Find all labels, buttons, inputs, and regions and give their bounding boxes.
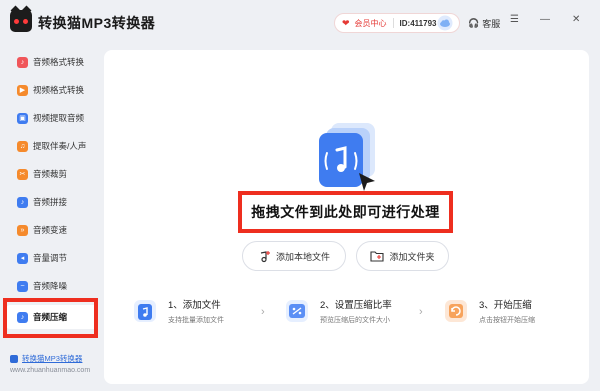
drop-hint-text: 拖拽文件到此处即可进行处理 <box>251 204 440 220</box>
sidebar-item-label: 视频提取音频 <box>33 113 85 123</box>
add-file-step-icon <box>134 300 156 322</box>
start-step-icon <box>445 300 467 322</box>
service-label: 客服 <box>482 19 501 29</box>
headset-icon: 🎧 <box>468 18 480 28</box>
step-desc: 预览压缩后的文件大小 <box>320 317 390 324</box>
add-folder-label: 添加文件夹 <box>389 251 435 262</box>
video-convert-icon: ▶ <box>17 84 28 96</box>
cut-icon: ✂ <box>17 168 28 180</box>
audio-convert-icon: ♪ <box>17 56 28 68</box>
user-id: ID:411793 <box>399 18 437 28</box>
app-logo-icon <box>10 5 32 32</box>
vip-heart-icon: ❤ <box>342 17 350 28</box>
sidebar-item-label: 音频降噪 <box>33 281 68 291</box>
sidebar: ♪ 音频格式转换 ▶ 视频格式转换 ▣ 视频提取音频 ♫ 提取伴奏/人声 ✂ 音… <box>0 46 104 391</box>
step-desc: 点击按钮开始压缩 <box>479 317 535 324</box>
sidebar-item-label: 音频裁剪 <box>33 169 68 179</box>
promo-icon <box>10 354 18 363</box>
audio-file-icon <box>319 123 375 191</box>
folder-icon <box>370 251 385 262</box>
promo: 转换猫MP3转换器 www.zhuanhuanmao.com <box>10 353 90 374</box>
sidebar-item-compress[interactable]: ♪ 音频压缩 <box>6 305 98 329</box>
menu-icon[interactable]: ☰ <box>510 14 519 25</box>
sidebar-item-speed[interactable]: » 音频变速 <box>6 218 98 242</box>
drop-zone[interactable]: 拖拽文件到此处即可进行处理 添加本地文件 添加文件夹 1、添加文件 支持批量添加… <box>104 50 589 384</box>
drop-hint-highlight: 拖拽文件到此处即可进行处理 <box>238 191 453 233</box>
merge-icon: ♪ <box>17 196 28 208</box>
add-folder-button[interactable]: 添加文件夹 <box>356 241 449 271</box>
customer-service-button[interactable]: 🎧 客服 <box>468 17 500 30</box>
close-icon[interactable]: ✕ <box>572 14 580 25</box>
cloud-avatar-icon[interactable] <box>437 15 453 31</box>
add-local-file-button[interactable]: 添加本地文件 <box>242 241 346 271</box>
denoise-icon: ~ <box>17 280 28 292</box>
sidebar-item-label: 提取伴奏/人声 <box>33 141 87 151</box>
minimize-icon[interactable]: — <box>540 14 550 25</box>
sidebar-item-label: 音频压缩 <box>33 312 68 322</box>
step-desc: 支持批量添加文件 <box>168 317 224 324</box>
sidebar-item-denoise[interactable]: ~ 音频降噪 <box>6 274 98 298</box>
step-title: 2、设置压缩比率 <box>320 300 392 311</box>
add-music-file-icon <box>260 250 270 262</box>
divider <box>392 18 394 28</box>
promo-link-label: 转换猫MP3转换器 <box>22 354 83 363</box>
promo-link[interactable]: 转换猫MP3转换器 <box>10 353 90 364</box>
volume-icon: ◂ <box>17 252 28 264</box>
sidebar-item-label: 音量调节 <box>33 253 68 263</box>
sidebar-item-extract-audio[interactable]: ▣ 视频提取音频 <box>6 106 98 130</box>
sidebar-item-video-format[interactable]: ▶ 视频格式转换 <box>6 78 98 102</box>
app-title: 转换猫MP3转换器 <box>38 15 156 31</box>
title-bar: 转换猫MP3转换器 ❤ 会员中心 ID:411793 🎧 客服 ☰ — ✕ <box>0 0 600 46</box>
sidebar-item-label: 音频拼接 <box>33 197 68 207</box>
add-local-file-label: 添加本地文件 <box>275 251 330 262</box>
chevron-right-icon: › <box>419 306 423 318</box>
chevron-right-icon: › <box>261 306 265 318</box>
sidebar-item-label: 音频变速 <box>33 225 68 235</box>
promo-url: www.zhuanhuanmao.com <box>10 367 91 374</box>
sidebar-item-vocal[interactable]: ♫ 提取伴奏/人声 <box>6 134 98 158</box>
compress-ratio-step-icon <box>286 300 308 322</box>
sidebar-item-merge[interactable]: ♪ 音频拼接 <box>6 190 98 214</box>
sidebar-item-audio-format[interactable]: ♪ 音频格式转换 <box>6 50 98 74</box>
sidebar-item-label: 视频格式转换 <box>33 85 85 95</box>
speed-icon: » <box>17 224 28 236</box>
steps-guide: 1、添加文件 支持批量添加文件 › 2、设置压缩比率 预览压缩后的文件大小 › <box>104 293 589 333</box>
compress-icon: ♪ <box>17 311 28 323</box>
step-title: 1、添加文件 <box>168 300 221 311</box>
member-center-button[interactable]: 会员中心 <box>355 18 387 29</box>
sidebar-item-cut[interactable]: ✂ 音频裁剪 <box>6 162 98 186</box>
vocal-icon: ♫ <box>17 140 28 152</box>
sidebar-item-volume[interactable]: ◂ 音量调节 <box>6 246 98 270</box>
sidebar-item-label: 音频格式转换 <box>33 57 85 67</box>
extract-audio-icon: ▣ <box>17 112 28 124</box>
step-title: 3、开始压缩 <box>479 300 532 311</box>
